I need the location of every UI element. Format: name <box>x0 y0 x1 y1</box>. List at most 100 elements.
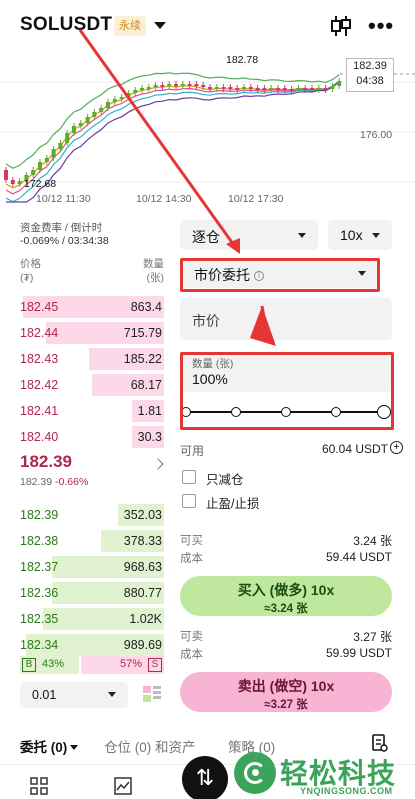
candle-body <box>146 87 151 89</box>
chevron-right-icon[interactable] <box>152 458 164 470</box>
bid-row[interactable]: 182.39 352.03 <box>20 502 164 528</box>
candle-body <box>10 180 15 184</box>
funding-rate-value: -0.069% / 03:34:38 <box>20 235 109 247</box>
candle-body <box>214 87 219 89</box>
candle-body <box>337 81 342 86</box>
bid-row[interactable]: 182.38 378.33 <box>20 528 164 554</box>
ask-qty: 185.22 <box>123 352 162 366</box>
candlestick-icon[interactable] <box>330 14 352 38</box>
perpetual-badge: 永续 <box>114 16 146 36</box>
leverage-select[interactable]: 10x <box>328 220 392 250</box>
more-icon[interactable]: ••• <box>368 15 394 37</box>
bid-row[interactable]: 182.37 968.63 <box>20 554 164 580</box>
sell-button-label: 卖出 (做空) 10x <box>237 678 335 694</box>
ask-price: 182.44 <box>20 326 59 340</box>
bid-qty: 989.69 <box>123 638 162 652</box>
candle-body <box>140 88 144 90</box>
candle-body <box>242 87 246 89</box>
tp-sl-checkbox[interactable] <box>182 494 196 508</box>
available-value: 60.04 USDT <box>321 442 388 456</box>
price-input[interactable]: 市价 <box>180 298 392 340</box>
buy-badge: B <box>22 658 36 672</box>
watermark-logo-icon <box>234 752 276 794</box>
candle-body <box>303 88 308 90</box>
max-buy-value: 3.24 张 <box>353 534 392 548</box>
candle-body <box>38 162 42 170</box>
buy-cost-value: 59.44 USDT <box>325 550 392 564</box>
sell-cost-label: 成本 <box>180 649 203 661</box>
reduce-only-label[interactable]: 只减仓 <box>206 469 244 488</box>
chart-low-label: 172.68 <box>24 178 57 190</box>
candle-body <box>194 84 199 86</box>
trade-switch-button[interactable]: ⇅ <box>182 756 228 799</box>
buy-long-button[interactable]: 买入 (做多) 10x ≈3.24 张 <box>180 576 392 616</box>
watermark-dot <box>252 769 259 776</box>
chevron-down-icon <box>108 692 116 697</box>
buy-cost-label: 成本 <box>180 553 203 565</box>
ask-price: 182.41 <box>20 404 59 418</box>
ask-qty: 863.4 <box>130 300 162 314</box>
candle-body <box>119 97 124 99</box>
candle-body <box>316 88 321 90</box>
ask-row[interactable]: 182.40 30.3 <box>20 424 164 450</box>
max-buy-label: 可买 <box>180 535 203 547</box>
ask-qty: 1.81 <box>137 404 162 418</box>
grid-nav-icon[interactable] <box>30 777 48 795</box>
sell-short-button[interactable]: 卖出 (做空) 10x ≈3.27 张 <box>180 672 392 712</box>
candle-body <box>126 93 131 97</box>
ask-row[interactable]: 182.45 863.4 <box>20 294 164 320</box>
tp-sl-label[interactable]: 止盈/止损 <box>206 493 259 512</box>
ask-price: 182.42 <box>20 378 59 392</box>
order-history-icon[interactable] <box>372 734 388 752</box>
chart-nav-icon[interactable] <box>114 777 132 795</box>
candle-body <box>31 170 36 175</box>
candle-body <box>133 90 138 93</box>
ask-row[interactable]: 182.43 185.22 <box>20 346 164 372</box>
candle-body <box>92 112 97 117</box>
candle-body <box>44 158 49 162</box>
candle-body <box>282 88 287 90</box>
ask-row[interactable]: 182.42 68.17 <box>20 372 164 398</box>
candle-body <box>262 88 267 90</box>
price-change: -0.66% <box>55 476 89 488</box>
symbol-dropdown-icon[interactable] <box>154 22 166 29</box>
candle-body <box>208 87 212 89</box>
add-funds-icon[interactable]: + <box>390 441 403 454</box>
ask-qty: 68.17 <box>130 378 162 392</box>
tab-orders[interactable]: 委托 (0) <box>20 736 79 756</box>
orderbook-layout-icon[interactable] <box>142 684 162 704</box>
x-axis-tick-1: 10/12 11:30 <box>36 193 91 205</box>
tab-positions[interactable]: 仓位 (0) 和资产 <box>104 736 196 756</box>
candle-body <box>112 99 117 102</box>
bid-row[interactable]: 182.35 1.02K <box>20 606 164 632</box>
sell-ratio: 57% <box>119 658 142 670</box>
buy-sell-ratio: B 43% 57% S <box>20 656 164 674</box>
margin-mode-select[interactable]: 逐仓 <box>180 220 318 250</box>
last-price[interactable]: 182.39 <box>20 452 72 472</box>
candle-body <box>330 86 335 89</box>
bid-row[interactable]: 182.36 880.77 <box>20 580 164 606</box>
bid-row[interactable]: 182.34 989.69 <box>20 632 164 658</box>
sell-button-sub: ≈3.27 张 <box>264 699 308 711</box>
ask-price: 182.43 <box>20 352 59 366</box>
candle-body <box>255 88 260 90</box>
candle-body <box>51 149 56 158</box>
ask-row[interactable]: 182.44 715.79 <box>20 320 164 346</box>
reduce-only-checkbox[interactable] <box>182 470 196 484</box>
candle-body <box>85 117 90 123</box>
bid-qty: 378.33 <box>123 534 162 548</box>
ask-row[interactable]: 182.41 1.81 <box>20 398 164 424</box>
price-step-select[interactable]: 0.01 <box>20 682 128 708</box>
candle-body <box>153 85 158 87</box>
candle-body <box>180 84 185 86</box>
candle-body <box>99 108 104 112</box>
last-price-sub: 182.39 -0.66% <box>20 476 88 488</box>
candle-body <box>221 87 226 89</box>
qty-header-label: 数量 <box>143 258 164 270</box>
symbol-title[interactable]: SOLUSDT <box>20 14 112 36</box>
ask-qty: 715.79 <box>123 326 162 340</box>
candle-body <box>296 88 301 90</box>
available-label: 可用 <box>180 444 205 458</box>
chevron-down-icon <box>372 233 380 238</box>
y-axis-tick: 176.00 <box>360 129 393 141</box>
